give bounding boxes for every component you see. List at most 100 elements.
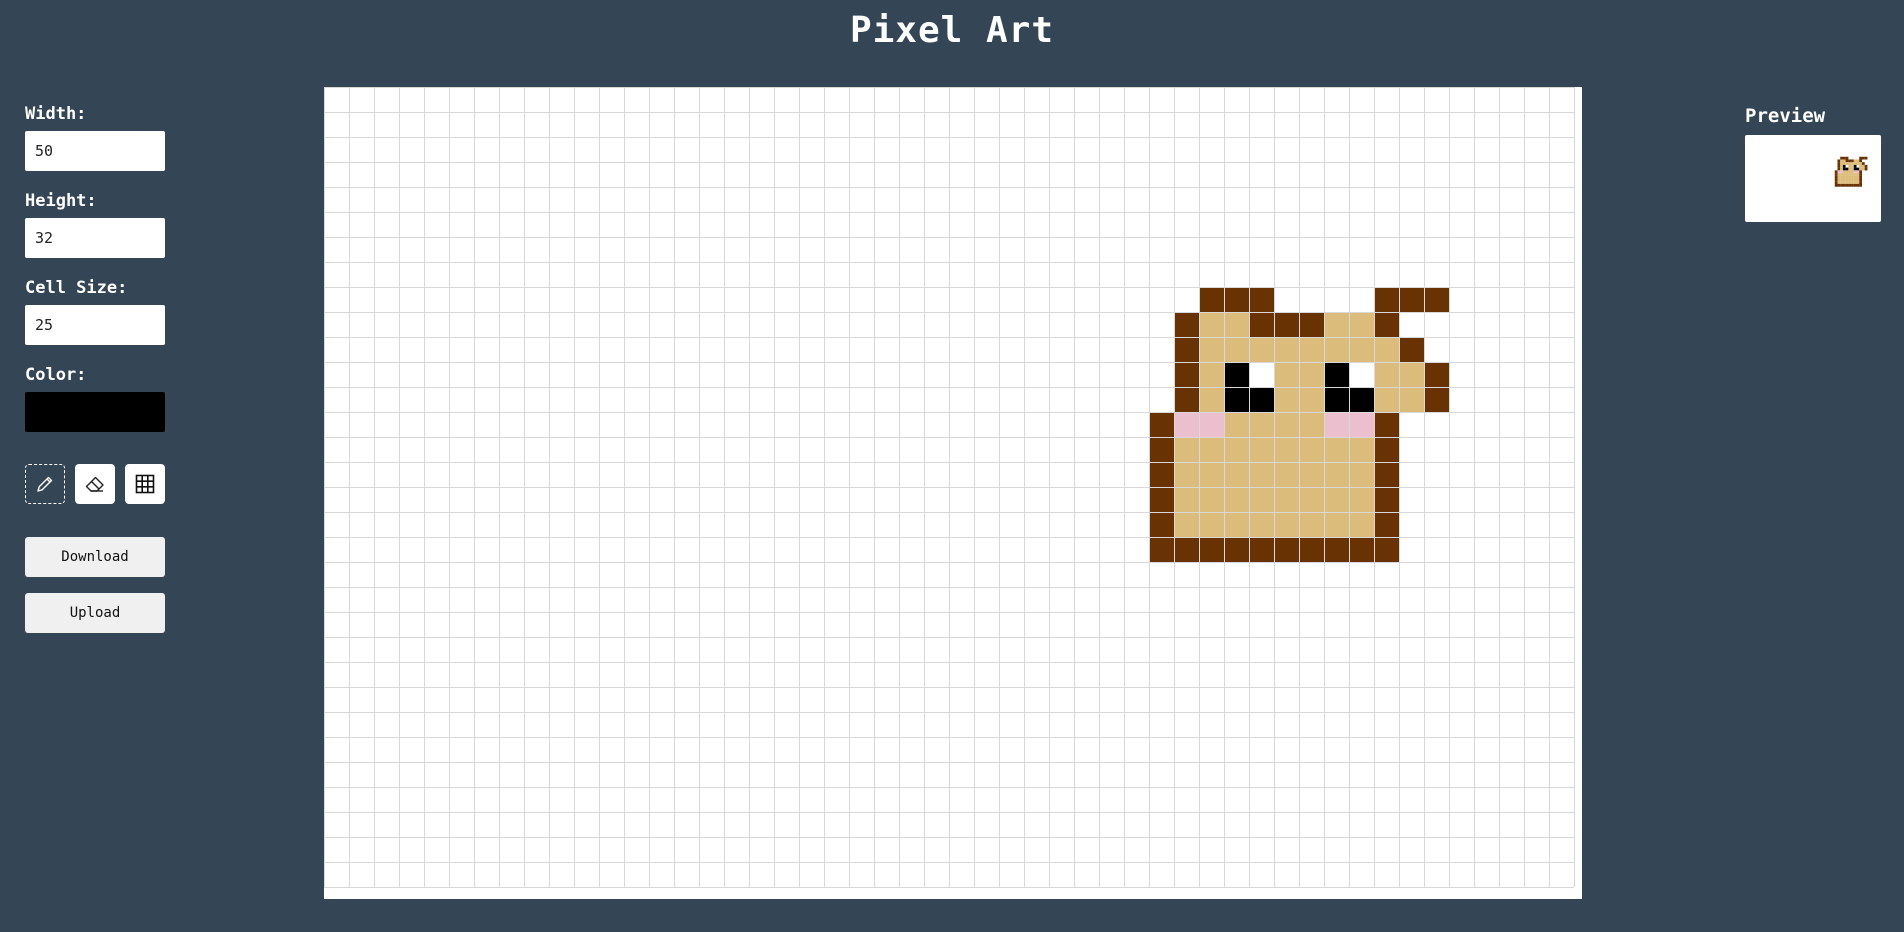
painted-cell[interactable] bbox=[1299, 487, 1324, 512]
painted-cell[interactable] bbox=[1374, 412, 1399, 437]
painted-cell[interactable] bbox=[1424, 362, 1449, 387]
painted-cell[interactable] bbox=[1374, 312, 1399, 337]
painted-cell[interactable] bbox=[1174, 362, 1199, 387]
painted-cell[interactable] bbox=[1199, 462, 1224, 487]
painted-cell[interactable] bbox=[1374, 387, 1399, 412]
painted-cell[interactable] bbox=[1424, 287, 1449, 312]
painted-cell[interactable] bbox=[1349, 387, 1374, 412]
painted-cell[interactable] bbox=[1199, 312, 1224, 337]
painted-cell[interactable] bbox=[1199, 437, 1224, 462]
painted-cell[interactable] bbox=[1349, 462, 1374, 487]
painted-cell[interactable] bbox=[1199, 362, 1224, 387]
painted-cell[interactable] bbox=[1299, 537, 1324, 562]
painted-cell[interactable] bbox=[1149, 412, 1174, 437]
painted-cell[interactable] bbox=[1349, 312, 1374, 337]
painted-cell[interactable] bbox=[1274, 462, 1299, 487]
pixel-grid[interactable] bbox=[324, 87, 1582, 899]
eraser-tool-button[interactable] bbox=[75, 464, 115, 504]
painted-cell[interactable] bbox=[1149, 487, 1174, 512]
painted-cell[interactable] bbox=[1299, 312, 1324, 337]
painted-cell[interactable] bbox=[1199, 487, 1224, 512]
painted-cell[interactable] bbox=[1349, 437, 1374, 462]
painted-cell[interactable] bbox=[1374, 512, 1399, 537]
painted-cell[interactable] bbox=[1324, 487, 1349, 512]
painted-cell[interactable] bbox=[1399, 287, 1424, 312]
painted-cell[interactable] bbox=[1374, 537, 1399, 562]
painted-cell[interactable] bbox=[1249, 287, 1274, 312]
painted-cell[interactable] bbox=[1274, 437, 1299, 462]
painted-cell[interactable] bbox=[1274, 512, 1299, 537]
painted-cell[interactable] bbox=[1349, 362, 1374, 387]
painted-cell[interactable] bbox=[1374, 362, 1399, 387]
painted-cell[interactable] bbox=[1224, 462, 1249, 487]
painted-cell[interactable] bbox=[1199, 537, 1224, 562]
painted-cell[interactable] bbox=[1299, 437, 1324, 462]
painted-cell[interactable] bbox=[1299, 362, 1324, 387]
painted-cell[interactable] bbox=[1249, 437, 1274, 462]
painted-cell[interactable] bbox=[1324, 462, 1349, 487]
painted-cell[interactable] bbox=[1299, 512, 1324, 537]
painted-cell[interactable] bbox=[1324, 337, 1349, 362]
painted-cell[interactable] bbox=[1324, 412, 1349, 437]
painted-cell[interactable] bbox=[1149, 462, 1174, 487]
painted-cell[interactable] bbox=[1224, 387, 1249, 412]
upload-button[interactable]: Upload bbox=[25, 593, 165, 633]
painted-cell[interactable] bbox=[1224, 512, 1249, 537]
painted-cell[interactable] bbox=[1149, 512, 1174, 537]
painted-cell[interactable] bbox=[1199, 287, 1224, 312]
painted-cell[interactable] bbox=[1349, 487, 1374, 512]
painted-cell[interactable] bbox=[1274, 337, 1299, 362]
painted-cell[interactable] bbox=[1399, 362, 1424, 387]
painted-cell[interactable] bbox=[1324, 387, 1349, 412]
painted-cell[interactable] bbox=[1174, 337, 1199, 362]
painted-cell[interactable] bbox=[1299, 337, 1324, 362]
painted-cell[interactable] bbox=[1249, 462, 1274, 487]
painted-cell[interactable] bbox=[1224, 287, 1249, 312]
painted-cell[interactable] bbox=[1224, 437, 1249, 462]
painted-cell[interactable] bbox=[1149, 437, 1174, 462]
painted-cell[interactable] bbox=[1324, 512, 1349, 537]
painted-cell[interactable] bbox=[1199, 337, 1224, 362]
painted-cell[interactable] bbox=[1374, 487, 1399, 512]
painted-cell[interactable] bbox=[1399, 337, 1424, 362]
painted-cell[interactable] bbox=[1399, 387, 1424, 412]
pencil-tool-button[interactable] bbox=[25, 464, 65, 504]
painted-cell[interactable] bbox=[1249, 312, 1274, 337]
painted-cell[interactable] bbox=[1324, 437, 1349, 462]
painted-cell[interactable] bbox=[1224, 337, 1249, 362]
painted-cell[interactable] bbox=[1174, 537, 1199, 562]
painted-cell[interactable] bbox=[1174, 512, 1199, 537]
painted-cell[interactable] bbox=[1424, 387, 1449, 412]
grid-toggle-button[interactable] bbox=[125, 464, 165, 504]
painted-cell[interactable] bbox=[1224, 362, 1249, 387]
painted-cell[interactable] bbox=[1374, 462, 1399, 487]
painted-cell[interactable] bbox=[1249, 387, 1274, 412]
painted-cell[interactable] bbox=[1199, 512, 1224, 537]
painted-cell[interactable] bbox=[1274, 362, 1299, 387]
painted-cell[interactable] bbox=[1274, 537, 1299, 562]
painted-cell[interactable] bbox=[1224, 537, 1249, 562]
painted-cell[interactable] bbox=[1149, 537, 1174, 562]
width-input[interactable] bbox=[25, 131, 165, 171]
painted-cell[interactable] bbox=[1174, 312, 1199, 337]
painted-cell[interactable] bbox=[1174, 462, 1199, 487]
painted-cell[interactable] bbox=[1299, 462, 1324, 487]
painted-cell[interactable] bbox=[1299, 387, 1324, 412]
painted-cell[interactable] bbox=[1349, 337, 1374, 362]
painted-cell[interactable] bbox=[1299, 412, 1324, 437]
painted-cell[interactable] bbox=[1249, 512, 1274, 537]
painted-cell[interactable] bbox=[1199, 412, 1224, 437]
painted-cell[interactable] bbox=[1274, 387, 1299, 412]
painted-cell[interactable] bbox=[1224, 412, 1249, 437]
painted-cell[interactable] bbox=[1274, 487, 1299, 512]
painted-cell[interactable] bbox=[1349, 512, 1374, 537]
painted-cell[interactable] bbox=[1224, 487, 1249, 512]
painted-cell[interactable] bbox=[1174, 437, 1199, 462]
painted-cell[interactable] bbox=[1324, 537, 1349, 562]
painted-cell[interactable] bbox=[1249, 362, 1274, 387]
painted-cell[interactable] bbox=[1249, 537, 1274, 562]
color-picker[interactable] bbox=[25, 392, 165, 432]
painted-cell[interactable] bbox=[1349, 412, 1374, 437]
height-input[interactable] bbox=[25, 218, 165, 258]
painted-cell[interactable] bbox=[1274, 412, 1299, 437]
